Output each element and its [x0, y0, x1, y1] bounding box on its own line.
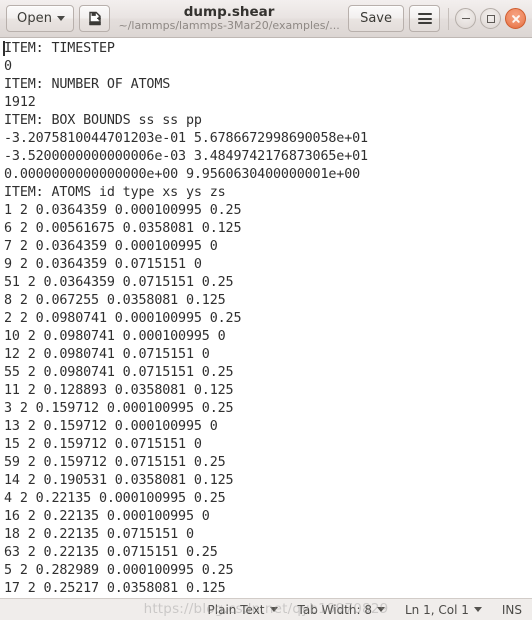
open-button-label: Open	[17, 11, 53, 26]
text-line: ITEM: ATOMS id type xs ys zs	[4, 185, 226, 200]
text-line: 6 2 0.00561675 0.0358081 0.125	[4, 221, 242, 236]
chevron-down-icon	[376, 607, 385, 612]
hamburger-menu-icon	[417, 13, 432, 24]
text-line: 10 2 0.0980741 0.000100995 0	[4, 329, 226, 344]
text-line: ITEM: BOX BOUNDS ss ss pp	[4, 113, 202, 128]
open-button[interactable]: Open	[6, 5, 75, 32]
text-line: 17 2 0.25217 0.0358081 0.125	[4, 581, 226, 596]
tab-width-label: Tab Width: 8	[297, 602, 372, 617]
minimize-icon	[461, 17, 470, 20]
language-label: Plain Text	[207, 602, 265, 617]
text-line: 63 2 0.22135 0.0715151 0.25	[4, 545, 218, 560]
document-text[interactable]: ITEM: TIMESTEP 0 ITEM: NUMBER OF ATOMS 1912…	[1, 40, 532, 598]
file-path-subtitle: ~/lammps/lammps-3Mar20/examples/...	[118, 19, 340, 32]
page-title: dump.shear	[183, 5, 275, 21]
chevron-down-icon	[269, 607, 278, 612]
menu-button[interactable]	[409, 5, 440, 32]
text-line: 16 2 0.22135 0.000100995 0	[4, 509, 210, 524]
tab-width-selector[interactable]: Tab Width: 8	[288, 603, 395, 617]
chevron-down-icon	[57, 16, 66, 21]
text-line: 13 2 0.159712 0.000100995 0	[4, 419, 218, 434]
new-document-icon	[88, 11, 101, 25]
text-line: 0	[4, 59, 12, 74]
header-bar: Open dump.shear ~/lammps/lammps-3Mar20/e…	[0, 0, 532, 38]
text-line: 55 2 0.0980741 0.0715151 0.25	[4, 365, 234, 380]
status-bar: Plain Text Tab Width: 8 Ln 1, Col 1 INS …	[0, 598, 532, 620]
text-line: 12 2 0.0980741 0.0715151 0	[4, 347, 210, 362]
text-line: 11 2 0.128893 0.0358081 0.125	[4, 383, 234, 398]
text-line: 0.0000000000000000e+00 9.956063040000000…	[4, 167, 361, 182]
language-selector[interactable]: Plain Text	[198, 603, 288, 617]
close-icon	[511, 14, 520, 23]
maximize-icon	[486, 14, 495, 23]
text-line: 1 2 0.0364359 0.000100995 0.25	[4, 203, 242, 218]
text-line: ITEM: NUMBER OF ATOMS	[4, 77, 171, 92]
insert-mode-indicator[interactable]: INS	[492, 603, 524, 617]
maximize-button[interactable]	[480, 8, 501, 29]
save-button[interactable]: Save	[348, 5, 404, 32]
text-line: ITEM: TIMESTEP	[4, 41, 115, 56]
text-line: -3.2075810044701203e-01 5.67866729986900…	[4, 131, 368, 146]
close-button[interactable]	[505, 8, 526, 29]
header-divider	[448, 7, 449, 30]
text-line: 51 2 0.0364359 0.0715151 0.25	[4, 275, 234, 290]
text-line: 15 2 0.159712 0.0715151 0	[4, 437, 202, 452]
text-line: 4 2 0.22135 0.000100995 0.25	[4, 491, 226, 506]
text-line: 7 2 0.0364359 0.000100995 0	[4, 239, 218, 254]
insert-mode-label: INS	[501, 602, 522, 617]
text-line: 5 2 0.282989 0.000100995 0.25	[4, 563, 234, 578]
text-line: 3 2 0.159712 0.000100995 0.25	[4, 401, 234, 416]
text-line: 14 2 0.190531 0.0358081 0.125	[4, 473, 234, 488]
text-line: 18 2 0.22135 0.0715151 0	[4, 527, 194, 542]
text-line: -3.5200000000000006e-03 3.48497421768730…	[4, 149, 368, 164]
cursor-position-label: Ln 1, Col 1	[404, 602, 469, 617]
save-button-label: Save	[360, 11, 392, 26]
cursor-position-selector[interactable]: Ln 1, Col 1	[395, 603, 492, 617]
text-line: 8 2 0.067255 0.0358081 0.125	[4, 293, 226, 308]
chevron-down-icon	[473, 607, 482, 612]
text-line: 9 2 0.0364359 0.0715151 0	[4, 257, 202, 272]
text-editor-area[interactable]: ITEM: TIMESTEP 0 ITEM: NUMBER OF ATOMS 1912…	[0, 38, 532, 598]
minimize-button[interactable]	[455, 8, 476, 29]
text-line: 2 2 0.0980741 0.000100995 0.25	[4, 311, 242, 326]
window-title-area: dump.shear ~/lammps/lammps-3Mar20/exampl…	[110, 5, 348, 32]
text-line: 1912	[4, 95, 36, 110]
window-controls	[455, 8, 526, 29]
text-line: 59 2 0.159712 0.0715151 0.25	[4, 455, 226, 470]
gedit-window: Open dump.shear ~/lammps/lammps-3Mar20/e…	[0, 0, 532, 620]
new-document-button[interactable]	[79, 5, 111, 32]
